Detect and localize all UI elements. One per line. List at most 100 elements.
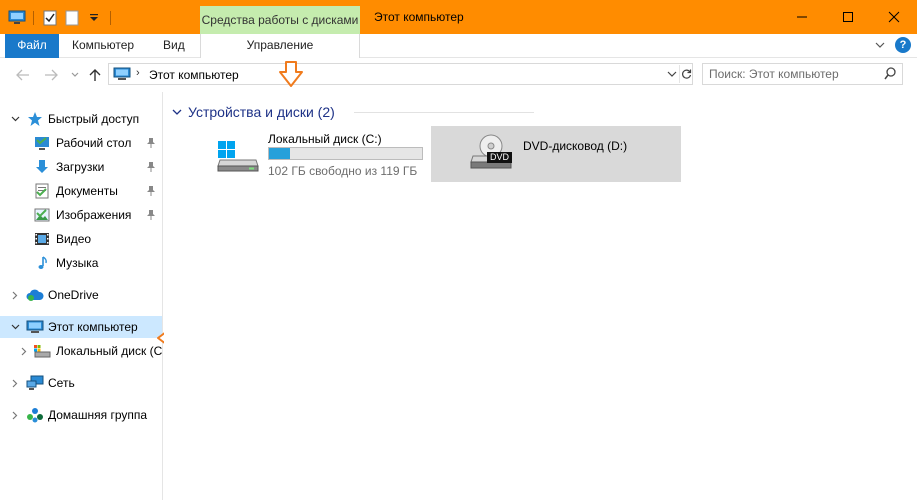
nav-item-network[interactable]: Сеть (0, 372, 162, 394)
nav-label: Видео (56, 232, 92, 246)
drive-tile-c[interactable]: Локальный диск (C:) 102 ГБ свободно из 1… (212, 127, 428, 183)
title-bar: Средства работы с дисками Этот компьютер (0, 0, 917, 34)
properties-icon[interactable] (41, 9, 59, 27)
refresh-icon[interactable] (679, 65, 693, 83)
nav-label: Изображения (56, 208, 132, 222)
drive-usage-bar (268, 147, 423, 160)
download-icon (33, 158, 51, 176)
homegroup-icon (26, 406, 44, 424)
drive-name: Локальный диск (C:) (268, 132, 382, 146)
customize-toolbar-icon[interactable] (85, 9, 103, 27)
nav-label: Документы (56, 184, 118, 198)
chevron-right-icon[interactable] (19, 346, 29, 356)
nav-item-documents[interactable]: Документы (0, 180, 162, 202)
chevron-down-icon (71, 72, 79, 77)
search-box[interactable] (702, 63, 903, 85)
network-icon (26, 374, 44, 392)
nav-item-desktop[interactable]: Рабочий стол (0, 132, 162, 154)
nav-label: Сеть (48, 376, 75, 390)
computer-icon[interactable] (8, 9, 26, 27)
music-icon (33, 254, 51, 272)
address-bar[interactable]: › Этот компьютер (108, 63, 693, 85)
maximize-icon (843, 12, 853, 22)
breadcrumb-this-pc[interactable]: Этот компьютер (149, 68, 239, 82)
window-title: Этот компьютер (374, 10, 464, 24)
drive-usage-fill (269, 148, 291, 159)
nav-label: Рабочий стол (56, 136, 132, 150)
chevron-down-icon[interactable] (172, 105, 182, 119)
drive-free-space: 102 ГБ свободно из 119 ГБ (268, 164, 418, 178)
search-input[interactable] (709, 66, 879, 82)
annotation-arrow-down-icon (279, 61, 303, 87)
nav-item-downloads[interactable]: Загрузки (0, 156, 162, 178)
new-folder-icon[interactable] (63, 9, 81, 27)
pin-icon[interactable] (146, 209, 156, 221)
nav-item-this-pc[interactable]: Этот компьютер (0, 316, 162, 338)
drive-tile-d[interactable]: DVD DVD-дисковод (D:) (431, 126, 681, 182)
up-arrow-icon (89, 69, 101, 81)
nav-item-onedrive[interactable]: OneDrive (0, 284, 162, 306)
nav-label: OneDrive (48, 288, 99, 302)
pin-icon[interactable] (146, 185, 156, 197)
nav-label: Загрузки (56, 160, 105, 174)
context-tab-drive-tools: Средства работы с дисками (200, 6, 360, 34)
nav-label: Быстрый доступ (48, 112, 140, 126)
forward-button[interactable] (42, 67, 60, 83)
group-title: Устройства и диски (2) (188, 104, 335, 120)
up-button[interactable] (86, 67, 104, 83)
nav-label: Домашняя группа (48, 408, 148, 422)
nav-item-music[interactable]: Музыка (0, 252, 162, 274)
minimize-button[interactable] (779, 0, 825, 34)
group-header-devices[interactable]: Устройства и диски (2) (172, 104, 335, 120)
back-button[interactable] (14, 67, 32, 83)
chevron-right-icon[interactable] (10, 290, 20, 300)
content-pane: Устройства и диски (2) Локальный диск (C… (164, 92, 917, 500)
close-icon (888, 11, 900, 23)
pin-icon[interactable] (146, 161, 156, 173)
video-icon (33, 230, 51, 248)
nav-label: Музыка (56, 256, 99, 270)
nav-item-homegroup[interactable]: Домашняя группа (0, 404, 162, 426)
onedrive-icon (26, 286, 44, 304)
drive-icon (33, 342, 51, 360)
nav-item-videos[interactable]: Видео (0, 228, 162, 250)
search-icon[interactable] (884, 67, 896, 83)
chevron-right-icon[interactable] (10, 378, 20, 388)
address-dropdown-icon[interactable] (667, 67, 677, 84)
recent-locations-button[interactable] (66, 67, 84, 83)
help-icon[interactable]: ? (895, 37, 911, 53)
computer-icon (26, 318, 44, 336)
pictures-icon (33, 206, 51, 224)
computer-icon (113, 67, 131, 84)
desktop-icon (33, 134, 51, 152)
ribbon-tabs: Файл Компьютер Вид Управление ? (0, 34, 917, 59)
tab-file[interactable]: Файл (5, 34, 59, 58)
nav-item-pictures[interactable]: Изображения (0, 204, 162, 226)
pin-icon[interactable] (146, 137, 156, 149)
expand-ribbon-icon[interactable] (875, 38, 885, 52)
navigation-pane: Быстрый доступ Рабочий стол Загрузки Док… (0, 92, 163, 500)
dvd-badge: DVD (487, 152, 513, 163)
star-icon (26, 110, 44, 128)
nav-label: Этот компьютер (48, 320, 138, 334)
tab-computer[interactable]: Компьютер (72, 34, 134, 58)
close-button[interactable] (871, 0, 917, 34)
documents-icon (33, 182, 51, 200)
drive-name: DVD-дисковод (D:) (523, 139, 628, 153)
chevron-down-icon[interactable] (10, 114, 20, 124)
tab-view[interactable]: Вид (163, 34, 185, 58)
nav-item-local-disk[interactable]: Локальный диск (C (0, 340, 163, 362)
maximize-button[interactable] (825, 0, 871, 34)
breadcrumb-separator-icon[interactable]: › (136, 67, 140, 79)
back-arrow-icon (16, 69, 29, 81)
local-disk-icon (216, 140, 260, 175)
group-divider (354, 112, 534, 113)
forward-arrow-icon (45, 69, 58, 81)
tab-manage[interactable]: Управление (200, 34, 360, 59)
nav-label: Локальный диск (C (56, 344, 163, 358)
quick-access-toolbar (8, 8, 114, 28)
chevron-down-icon[interactable] (10, 322, 20, 332)
chevron-right-icon[interactable] (10, 410, 20, 420)
minimize-icon (797, 16, 807, 18)
nav-item-quick-access[interactable]: Быстрый доступ (0, 108, 162, 130)
